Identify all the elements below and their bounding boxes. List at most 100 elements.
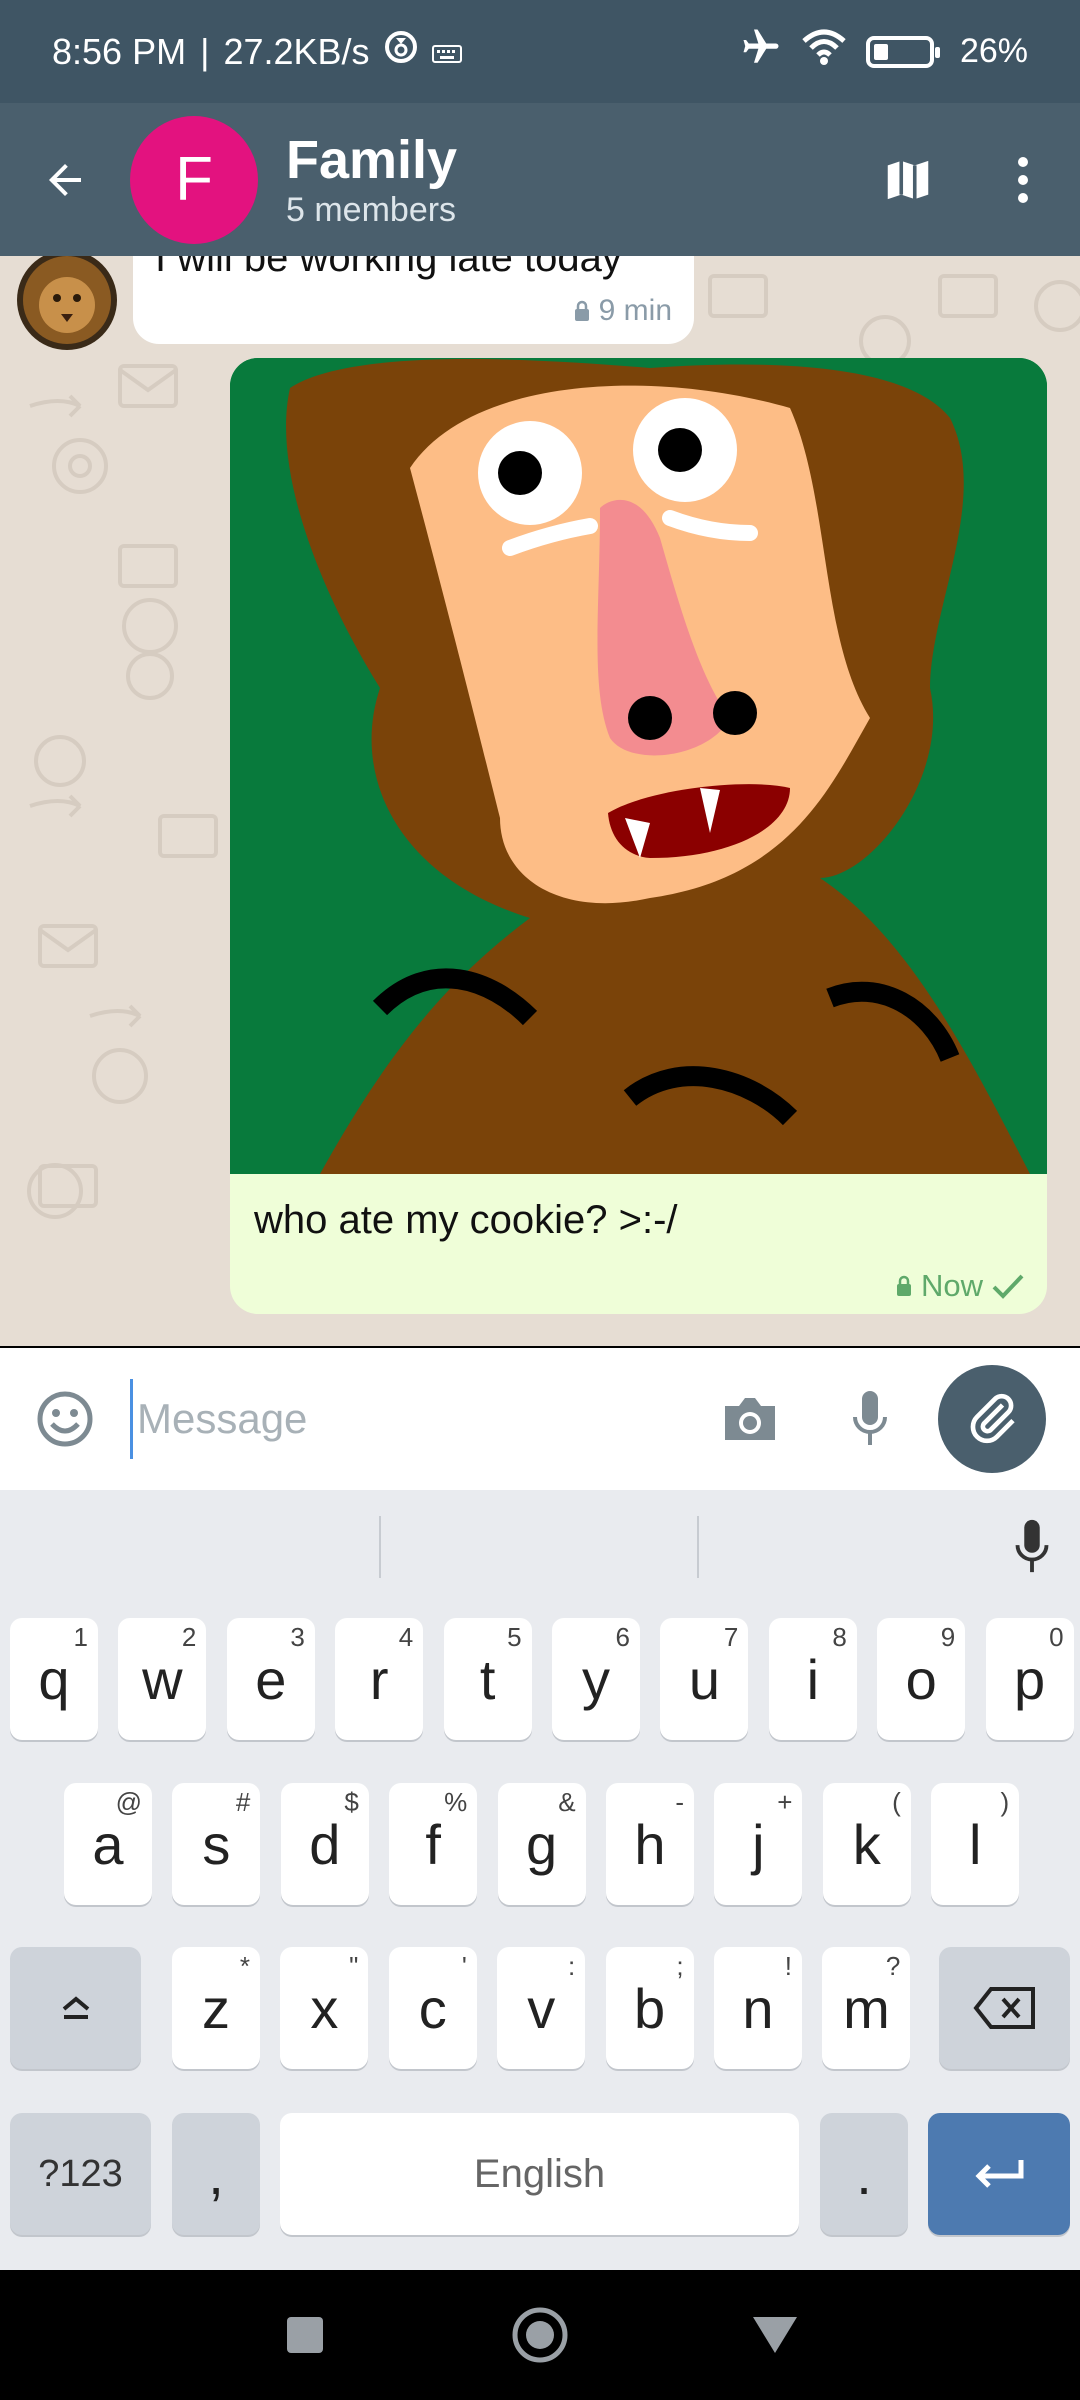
vpn-icon bbox=[384, 30, 418, 73]
comma-key[interactable]: , bbox=[172, 2113, 260, 2235]
suggestion-strip bbox=[0, 1490, 1080, 1590]
key-hint: $ bbox=[344, 1787, 359, 1817]
message-list[interactable]: I will be working late today 9 min who a… bbox=[0, 256, 1080, 1346]
suggestion-divider bbox=[379, 1516, 381, 1578]
key-letter: l bbox=[968, 1812, 982, 1876]
key-hint: 2 bbox=[181, 1622, 197, 1652]
key-letter: f bbox=[425, 1812, 441, 1876]
symbols-key[interactable]: ?123 bbox=[10, 2113, 151, 2235]
square-icon bbox=[287, 2317, 323, 2353]
key-w[interactable]: w2 bbox=[118, 1618, 207, 1740]
status-separator: | bbox=[200, 30, 210, 72]
backspace-key[interactable] bbox=[939, 1947, 1070, 2069]
group-avatar[interactable]: F bbox=[130, 115, 258, 244]
key-l[interactable]: l) bbox=[931, 1783, 1020, 1905]
key-letter: q bbox=[38, 1647, 70, 1711]
microphone-icon bbox=[853, 1391, 887, 1445]
key-hint: & bbox=[558, 1787, 576, 1817]
key-x[interactable]: x " bbox=[280, 1947, 369, 2069]
recents-button[interactable] bbox=[270, 2300, 340, 2370]
back-nav-button[interactable] bbox=[740, 2300, 810, 2370]
key-q[interactable]: q1 bbox=[10, 1618, 98, 1740]
camera-button[interactable] bbox=[700, 1348, 800, 1490]
key-letter: u bbox=[688, 1647, 720, 1711]
more-vert-icon bbox=[1017, 156, 1028, 203]
key-g[interactable]: g & bbox=[497, 1783, 586, 1905]
outgoing-message-bubble[interactable]: who ate my cookie? >:-/ Now bbox=[230, 358, 1047, 1314]
emoji-button[interactable] bbox=[0, 1348, 130, 1490]
airplane-mode-icon bbox=[740, 26, 782, 77]
key-letter: d bbox=[309, 1812, 341, 1876]
key-letter: w bbox=[142, 1647, 183, 1711]
more-options-button[interactable] bbox=[965, 103, 1080, 256]
key-letter: z bbox=[202, 1976, 230, 2040]
attached-photo[interactable] bbox=[230, 358, 1047, 1174]
key-o[interactable]: o9 bbox=[877, 1618, 966, 1740]
enter-key[interactable] bbox=[928, 2113, 1070, 2235]
key-letter: k bbox=[852, 1812, 881, 1876]
map-button[interactable] bbox=[850, 103, 965, 256]
key-letter: e bbox=[255, 1647, 287, 1711]
read-check-icon bbox=[992, 1274, 1024, 1299]
period-key[interactable]: . bbox=[820, 2113, 908, 2235]
member-count: 5 members bbox=[286, 190, 457, 229]
key-hint: 9 bbox=[940, 1622, 956, 1652]
message-meta: 9 min bbox=[573, 294, 672, 328]
key-hint: 1 bbox=[73, 1622, 88, 1652]
key-c[interactable]: c ' bbox=[388, 1947, 477, 2069]
shift-icon bbox=[62, 1996, 89, 2019]
key-k[interactable]: k( bbox=[822, 1783, 911, 1905]
key-s[interactable]: s # bbox=[172, 1783, 261, 1905]
key-u[interactable]: u7 bbox=[660, 1618, 749, 1740]
message-meta: Now bbox=[895, 1268, 1025, 1304]
chat-header: F Family 5 members bbox=[0, 103, 1080, 256]
home-button[interactable] bbox=[505, 2300, 575, 2370]
status-bar: 8:56 PM | 27.2KB/s 26% bbox=[0, 0, 1080, 103]
paperclip-icon bbox=[970, 1393, 1015, 1444]
key-letter: m bbox=[843, 1976, 890, 2040]
key-hint: 7 bbox=[723, 1622, 739, 1652]
wifi-icon bbox=[800, 27, 848, 76]
key-m[interactable]: m? bbox=[822, 1947, 911, 2069]
key-v[interactable]: v: bbox=[497, 1947, 586, 2069]
key-j[interactable]: j + bbox=[714, 1783, 803, 1905]
backspace-icon bbox=[972, 1987, 1035, 2029]
key-z[interactable]: z * bbox=[172, 1947, 260, 2069]
space-key[interactable]: English bbox=[280, 2113, 799, 2235]
message-input[interactable] bbox=[130, 1379, 690, 1459]
key-t[interactable]: t5 bbox=[443, 1618, 532, 1740]
key-hint: 4 bbox=[398, 1622, 414, 1652]
key-e[interactable]: e3 bbox=[226, 1618, 315, 1740]
message-time: 9 min bbox=[598, 294, 672, 327]
lock-icon bbox=[574, 300, 589, 321]
shift-key[interactable] bbox=[10, 1947, 141, 2069]
key-letter: s bbox=[202, 1812, 231, 1876]
key-letter: i bbox=[806, 1647, 820, 1711]
back-button[interactable] bbox=[0, 103, 130, 256]
key-d[interactable]: d $ bbox=[280, 1783, 369, 1905]
suggestion-divider bbox=[697, 1516, 699, 1578]
attach-button[interactable] bbox=[938, 1365, 1046, 1473]
key-r[interactable]: r4 bbox=[335, 1618, 424, 1740]
key-n[interactable]: n! bbox=[714, 1947, 802, 2069]
key-hint: * bbox=[239, 1951, 250, 1981]
key-b[interactable]: b; bbox=[605, 1947, 694, 2069]
key-letter: o bbox=[905, 1647, 937, 1711]
voice-input-button[interactable] bbox=[1002, 1512, 1062, 1582]
chat-title-block[interactable]: Family 5 members bbox=[286, 130, 457, 230]
incoming-message-bubble[interactable]: I will be working late today 9 min bbox=[133, 256, 694, 344]
key-a[interactable]: a @ bbox=[64, 1783, 152, 1905]
message-composer bbox=[0, 1348, 1080, 1490]
key-hint: ( bbox=[892, 1787, 901, 1817]
key-p[interactable]: p0 bbox=[985, 1618, 1074, 1740]
key-f[interactable]: f% bbox=[389, 1783, 478, 1905]
voice-message-button[interactable] bbox=[820, 1348, 920, 1490]
key-h[interactable]: h- bbox=[606, 1783, 694, 1905]
back-arrow-icon bbox=[49, 163, 81, 196]
key-i[interactable]: i8 bbox=[768, 1618, 857, 1740]
key-hint: 8 bbox=[832, 1622, 847, 1652]
camera-icon bbox=[725, 1398, 775, 1440]
key-letter: h bbox=[634, 1812, 666, 1876]
key-y[interactable]: y6 bbox=[552, 1618, 640, 1740]
key-hint: 0 bbox=[1049, 1622, 1064, 1652]
